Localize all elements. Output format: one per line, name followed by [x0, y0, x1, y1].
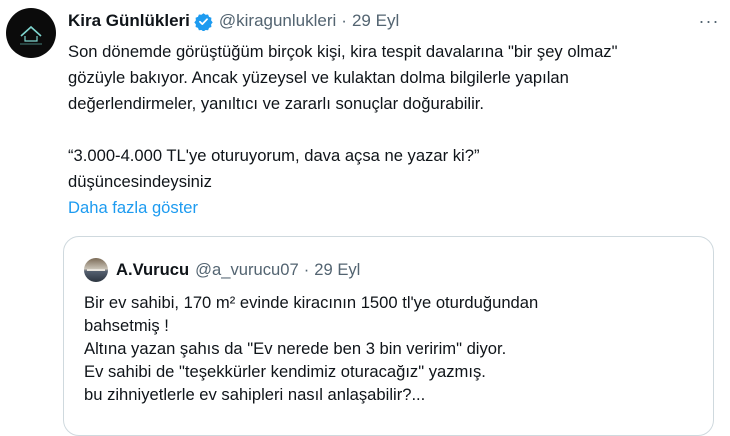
quoted-tweet-date: 29 Eyl — [314, 260, 361, 279]
tweet-header: Kira Günlükleri @kiragunlukleri · 29 Eyl — [68, 9, 399, 33]
quoted-tweet[interactable]: A.Vurucu @a_vurucu07 · 29 Eyl Bir ev sah… — [63, 236, 714, 436]
show-more-link[interactable]: Daha fazla göster — [68, 195, 198, 221]
quoted-author-name: A.Vurucu — [116, 260, 190, 279]
author-name[interactable]: Kira Günlükleri — [68, 11, 190, 31]
quoted-text-line: Ev sahibi de "teşekkürler kendimiz otura… — [84, 362, 486, 381]
author-avatar[interactable] — [6, 8, 56, 58]
separator-dot: · — [341, 11, 347, 30]
tweet-text-line: düşüncesindeysiniz — [68, 172, 212, 191]
logo-emblem — [20, 25, 42, 45]
tweet-text-line: değerlendirmeler, yanıltıcı ve zararlı s… — [68, 94, 484, 113]
author-handle[interactable]: @kiragunlukleri — [219, 11, 336, 31]
verified-badge-icon — [194, 12, 213, 31]
quoted-author-avatar — [84, 258, 108, 282]
more-horizontal-icon[interactable]: ··· — [696, 10, 722, 32]
quoted-text-line: bu zihniyetlerle ev sahipleri nasıl anla… — [84, 385, 426, 404]
quoted-text-line: Altına yazan şahıs da "Ev nerede ben 3 b… — [84, 339, 507, 358]
tweet-date[interactable]: 29 Eyl — [352, 11, 399, 31]
separator-dot: · — [303, 260, 310, 279]
tweet[interactable]: Kira Günlükleri @kiragunlukleri · 29 Eyl… — [0, 0, 730, 436]
quoted-tweet-header: A.Vurucu @a_vurucu07 · 29 Eyl — [84, 258, 361, 282]
quoted-tweet-text: Bir ev sahibi, 170 m² evinde kiracının 1… — [84, 291, 704, 406]
tweet-text: Son dönemde görüştüğüm birçok kişi, kira… — [68, 39, 718, 195]
quoted-text-line: Bir ev sahibi, 170 m² evinde kiracının 1… — [84, 293, 539, 312]
quoted-text-line: bahsetmiş ! — [84, 316, 169, 335]
tweet-text-line: Son dönemde görüştüğüm birçok kişi, kira… — [68, 42, 618, 61]
quoted-author-handle: @a_vurucu07 — [195, 260, 299, 279]
tweet-text-line: “3.000-4.000 TL'ye oturuyorum, dava açsa… — [68, 146, 480, 165]
tweet-text-line: gözüyle bakıyor. Ancak yüzeysel ve kulak… — [68, 68, 569, 87]
